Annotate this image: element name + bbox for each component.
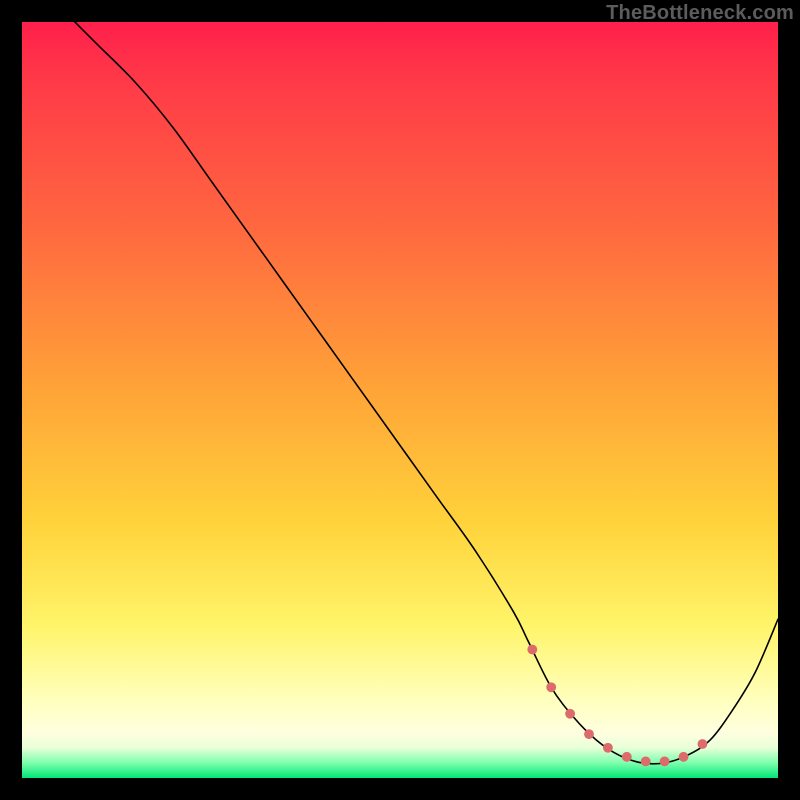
chart-svg [22, 22, 778, 778]
optimal-marker [527, 645, 537, 655]
optimal-marker [679, 752, 689, 762]
optimal-marker [584, 729, 594, 739]
chart-stage: TheBottleneck.com [0, 0, 800, 800]
optimal-marker [641, 756, 651, 766]
optimal-marker [622, 752, 632, 762]
optimal-marker [565, 709, 575, 719]
optimal-marker [546, 682, 556, 692]
optimal-marker [660, 756, 670, 766]
plot-area [22, 22, 778, 778]
optimal-marker [603, 743, 613, 753]
bottleneck-curve [75, 22, 778, 764]
optimal-zone-markers [527, 645, 707, 767]
optimal-marker [697, 739, 707, 749]
